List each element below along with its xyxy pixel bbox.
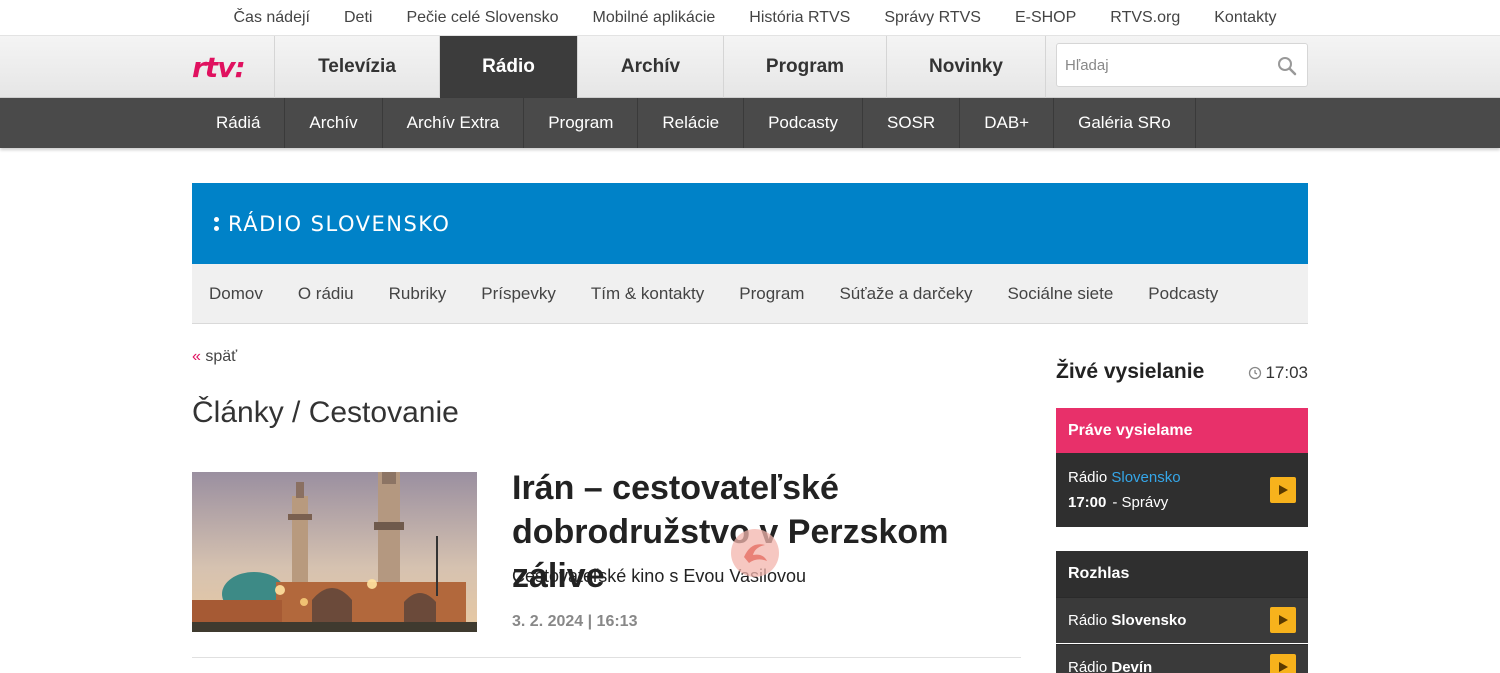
on-air-show-name: - Správy bbox=[1112, 494, 1169, 511]
station-play-button[interactable] bbox=[1270, 607, 1296, 633]
current-time-value: 17:03 bbox=[1265, 363, 1308, 382]
utility-link-spravy[interactable]: Správy RTVS bbox=[867, 0, 998, 36]
nav-televizia[interactable]: Televízia bbox=[274, 36, 439, 98]
station-nav-domov[interactable]: Domov bbox=[192, 284, 280, 304]
on-air-box: Rádio Slovensko 17:00 - Správy bbox=[1056, 453, 1308, 527]
radio-logo-dots-icon bbox=[214, 216, 219, 231]
subnav-archiv[interactable]: Archív bbox=[285, 98, 383, 148]
utility-link-deti[interactable]: Deti bbox=[327, 0, 389, 36]
subnav-podcasty[interactable]: Podcasty bbox=[744, 98, 864, 148]
back-link[interactable]: « späť bbox=[192, 348, 237, 366]
station-nav-tim[interactable]: Tím & kontakty bbox=[573, 284, 721, 304]
current-time: 17:03 bbox=[1248, 363, 1308, 383]
clock-icon bbox=[1249, 366, 1262, 380]
station-nav-rubriky[interactable]: Rubriky bbox=[371, 284, 464, 304]
subnav-dab[interactable]: DAB+ bbox=[960, 98, 1055, 148]
station-navigation: Domov O rádiu Rubriky Príspevky Tím & ko… bbox=[192, 264, 1308, 324]
page-title: Články / Cestovanie bbox=[192, 396, 459, 429]
utility-links: Čas nádejí Deti Pečie celé Slovensko Mob… bbox=[216, 0, 1293, 36]
play-icon bbox=[1279, 485, 1288, 495]
on-air-station: Rádio Slovensko bbox=[1068, 469, 1181, 486]
search-icon[interactable] bbox=[1277, 56, 1297, 76]
live-broadcast-header: Živé vysielanie 17:03 bbox=[1056, 360, 1308, 390]
banner-title: RÁDIO SLOVENSKO bbox=[228, 211, 451, 236]
utility-link-kontakty[interactable]: Kontakty bbox=[1197, 0, 1293, 36]
subnav-program[interactable]: Program bbox=[524, 98, 639, 148]
play-icon bbox=[1279, 662, 1288, 672]
utility-link-historia[interactable]: História RTVS bbox=[732, 0, 867, 36]
article-thumbnail[interactable] bbox=[192, 472, 477, 632]
utility-link-cas-nadeji[interactable]: Čas nádejí bbox=[216, 0, 327, 36]
top-utility-bar: Čas nádejí Deti Pečie celé Slovensko Mob… bbox=[0, 0, 1500, 36]
on-air-time: 17:00 bbox=[1068, 494, 1107, 511]
nav-radio[interactable]: Rádio bbox=[439, 36, 577, 98]
radio-sub-navigation: Rádiá Archív Archív Extra Program Reláci… bbox=[0, 98, 1500, 148]
station-nav-sutaze[interactable]: Súťaže a darčeky bbox=[822, 284, 990, 304]
on-air-play-button[interactable] bbox=[1270, 477, 1296, 503]
subnav-relacie[interactable]: Relácie bbox=[638, 98, 745, 148]
utility-link-rtvs-org[interactable]: RTVS.org bbox=[1093, 0, 1197, 36]
mosque-image bbox=[192, 472, 477, 632]
search-input[interactable] bbox=[1057, 56, 1267, 74]
subnav-sosr[interactable]: SOSR bbox=[863, 98, 961, 148]
station-nav-podcasty[interactable]: Podcasty bbox=[1131, 284, 1236, 304]
back-label: späť bbox=[205, 348, 238, 365]
station-nav-socialne[interactable]: Sociálne siete bbox=[990, 284, 1131, 304]
article-item[interactable]: Irán – cestovateľské dobrodružstvo v Per… bbox=[192, 469, 1021, 658]
station-nav-program[interactable]: Program bbox=[722, 284, 822, 304]
nav-program[interactable]: Program bbox=[723, 36, 886, 98]
live-broadcast-title: Živé vysielanie bbox=[1056, 360, 1205, 383]
rtv-logo[interactable]: rtv: bbox=[192, 36, 274, 98]
rozhlas-label: Rozhlas bbox=[1056, 551, 1308, 597]
radio-slovensko-banner[interactable]: RÁDIO SLOVENSKO bbox=[192, 183, 1308, 264]
station-nav-prispevky[interactable]: Príspevky bbox=[464, 284, 574, 304]
on-air-station-name[interactable]: Slovensko bbox=[1111, 469, 1180, 486]
utility-link-mobilne[interactable]: Mobilné aplikácie bbox=[576, 0, 733, 36]
station-play-button[interactable] bbox=[1270, 654, 1296, 673]
utility-link-pecie[interactable]: Pečie celé Slovensko bbox=[389, 0, 575, 36]
subnav-radia[interactable]: Rádiá bbox=[192, 98, 286, 148]
station-item-slovensko[interactable]: Rádio Slovensko bbox=[1056, 597, 1308, 643]
station-item-devin[interactable]: Rádio Devín bbox=[1056, 644, 1308, 673]
back-arrow-icon: « bbox=[192, 348, 201, 365]
main-navigation: rtv: Televízia Rádio Archív Program Novi… bbox=[0, 36, 1500, 98]
play-icon bbox=[1279, 615, 1288, 625]
subnav-archiv-extra[interactable]: Archív Extra bbox=[383, 98, 525, 148]
article-date: 3. 2. 2024 | 16:13 bbox=[512, 613, 638, 630]
watermark-logo-icon bbox=[731, 529, 779, 577]
nav-archiv[interactable]: Archív bbox=[577, 36, 723, 98]
station-nav-o-radiu[interactable]: O rádiu bbox=[280, 284, 371, 304]
on-air-label: Práve vysielame bbox=[1056, 408, 1308, 453]
utility-link-eshop[interactable]: E-SHOP bbox=[998, 0, 1093, 36]
nav-novinky[interactable]: Novinky bbox=[886, 36, 1046, 98]
search-box bbox=[1056, 43, 1308, 87]
subnav-galeria[interactable]: Galéria SRo bbox=[1054, 98, 1196, 148]
on-air-show: 17:00 - Správy bbox=[1068, 494, 1168, 511]
